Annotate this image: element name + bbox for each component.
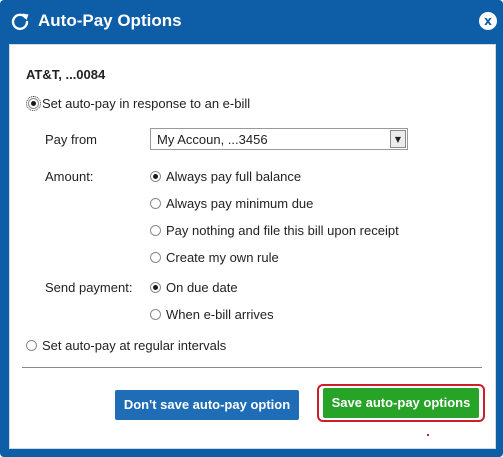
amount-pay-nothing-radio[interactable] bbox=[150, 225, 161, 236]
send-when-ebill-arrives-radio[interactable] bbox=[150, 309, 161, 320]
annotation-mark bbox=[427, 434, 429, 436]
refresh-icon bbox=[11, 13, 29, 31]
amount-own-rule-radio[interactable] bbox=[150, 252, 161, 263]
chevron-down-icon[interactable]: ▼ bbox=[390, 130, 406, 148]
amount-pay-nothing-label[interactable]: Pay nothing and file this bill upon rece… bbox=[166, 223, 399, 238]
amount-full-balance-label[interactable]: Always pay full balance bbox=[166, 169, 301, 184]
amount-minimum-due-radio[interactable] bbox=[150, 198, 161, 209]
save-button[interactable]: Save auto-pay options bbox=[323, 388, 479, 418]
close-icon[interactable]: x bbox=[479, 12, 497, 30]
dialog-body: AT&T, ...0084 Set auto-pay in response t… bbox=[9, 44, 496, 449]
send-when-ebill-arrives-label[interactable]: When e-bill arrives bbox=[166, 307, 274, 322]
pay-from-value: My Accoun, ...3456 bbox=[157, 132, 268, 147]
send-on-due-date-radio[interactable] bbox=[150, 282, 161, 293]
ebill-mode-radio[interactable] bbox=[26, 96, 41, 111]
intervals-mode-radio[interactable] bbox=[26, 340, 37, 351]
send-payment-label: Send payment: bbox=[45, 280, 133, 295]
pay-from-select[interactable]: My Accoun, ...3456 ▼ bbox=[150, 128, 408, 150]
amount-full-balance-radio[interactable] bbox=[150, 171, 161, 182]
pay-from-label: Pay from bbox=[45, 132, 98, 147]
save-button-highlight: Save auto-pay options bbox=[317, 384, 485, 422]
divider bbox=[22, 367, 482, 368]
dialog-title: Auto-Pay Options bbox=[38, 11, 182, 30]
amount-own-rule-label[interactable]: Create my own rule bbox=[166, 250, 279, 265]
amount-minimum-due-label[interactable]: Always pay minimum due bbox=[166, 196, 313, 211]
ebill-mode-label[interactable]: Set auto-pay in response to an e-bill bbox=[42, 96, 250, 111]
auto-pay-dialog: Auto-Pay Options x AT&T, ...0084 Set aut… bbox=[0, 0, 503, 457]
dialog-titlebar: Auto-Pay Options x bbox=[0, 0, 503, 42]
biller-name: AT&T, ...0084 bbox=[26, 67, 106, 82]
intervals-mode-label[interactable]: Set auto-pay at regular intervals bbox=[42, 338, 226, 353]
send-on-due-date-label[interactable]: On due date bbox=[166, 280, 238, 295]
dont-save-button[interactable]: Don't save auto-pay option bbox=[115, 390, 299, 420]
amount-label: Amount: bbox=[45, 169, 94, 184]
